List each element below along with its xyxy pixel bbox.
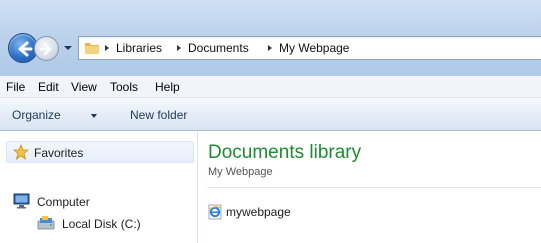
- chevron-down-icon: [91, 114, 97, 118]
- breadcrumb-documents[interactable]: Documents: [188, 41, 249, 55]
- star-icon: [13, 144, 29, 160]
- navigation-area: Libraries Documents My Webpage: [8, 33, 541, 65]
- window-titlebar: Libraries Documents My Webpage: [0, 0, 541, 76]
- computer-icon: [13, 193, 30, 209]
- divider: [207, 187, 541, 188]
- command-bar: Organize New folder: [0, 98, 541, 131]
- local-disk-item[interactable]: Local Disk (C:): [62, 217, 141, 231]
- favorites-item[interactable]: Favorites: [6, 141, 194, 163]
- menu-file[interactable]: File: [6, 80, 25, 94]
- forward-arrow-icon: [40, 42, 52, 56]
- breadcrumb-separator[interactable]: [177, 45, 181, 51]
- breadcrumb-my-webpage[interactable]: My Webpage: [279, 41, 349, 55]
- organize-button[interactable]: Organize: [12, 108, 61, 122]
- file-name: mywebpage: [226, 205, 291, 219]
- breadcrumb-libraries[interactable]: Libraries: [116, 41, 162, 55]
- folder-icon: [85, 43, 99, 54]
- menu-edit[interactable]: Edit: [38, 80, 59, 94]
- file-item[interactable]: mywebpage: [208, 203, 348, 221]
- breadcrumb-separator[interactable]: [105, 45, 109, 51]
- breadcrumb-separator[interactable]: [268, 45, 272, 51]
- menu-view[interactable]: View: [71, 80, 97, 94]
- menu-help[interactable]: Help: [155, 80, 180, 94]
- address-bar[interactable]: Libraries Documents My Webpage: [78, 36, 541, 60]
- menu-tools[interactable]: Tools: [110, 80, 138, 94]
- internet-explorer-icon: [208, 204, 222, 220]
- library-title: Documents library: [208, 142, 362, 163]
- computer-item[interactable]: Computer: [37, 195, 90, 209]
- library-subtitle: My Webpage: [208, 166, 273, 178]
- local-disk-icon: [37, 216, 55, 230]
- navigation-pane: Favorites Computer Local Disk (C:): [0, 131, 198, 243]
- forward-button[interactable]: [34, 36, 59, 61]
- chevron-down-icon[interactable]: [63, 43, 73, 53]
- content-pane: Documents library My Webpage mywebpage: [199, 131, 541, 243]
- back-arrow-icon: [18, 41, 33, 57]
- new-folder-button[interactable]: New folder: [130, 108, 187, 122]
- favorites-label: Favorites: [34, 146, 84, 160]
- menu-bar: File Edit View Tools Help: [0, 76, 541, 98]
